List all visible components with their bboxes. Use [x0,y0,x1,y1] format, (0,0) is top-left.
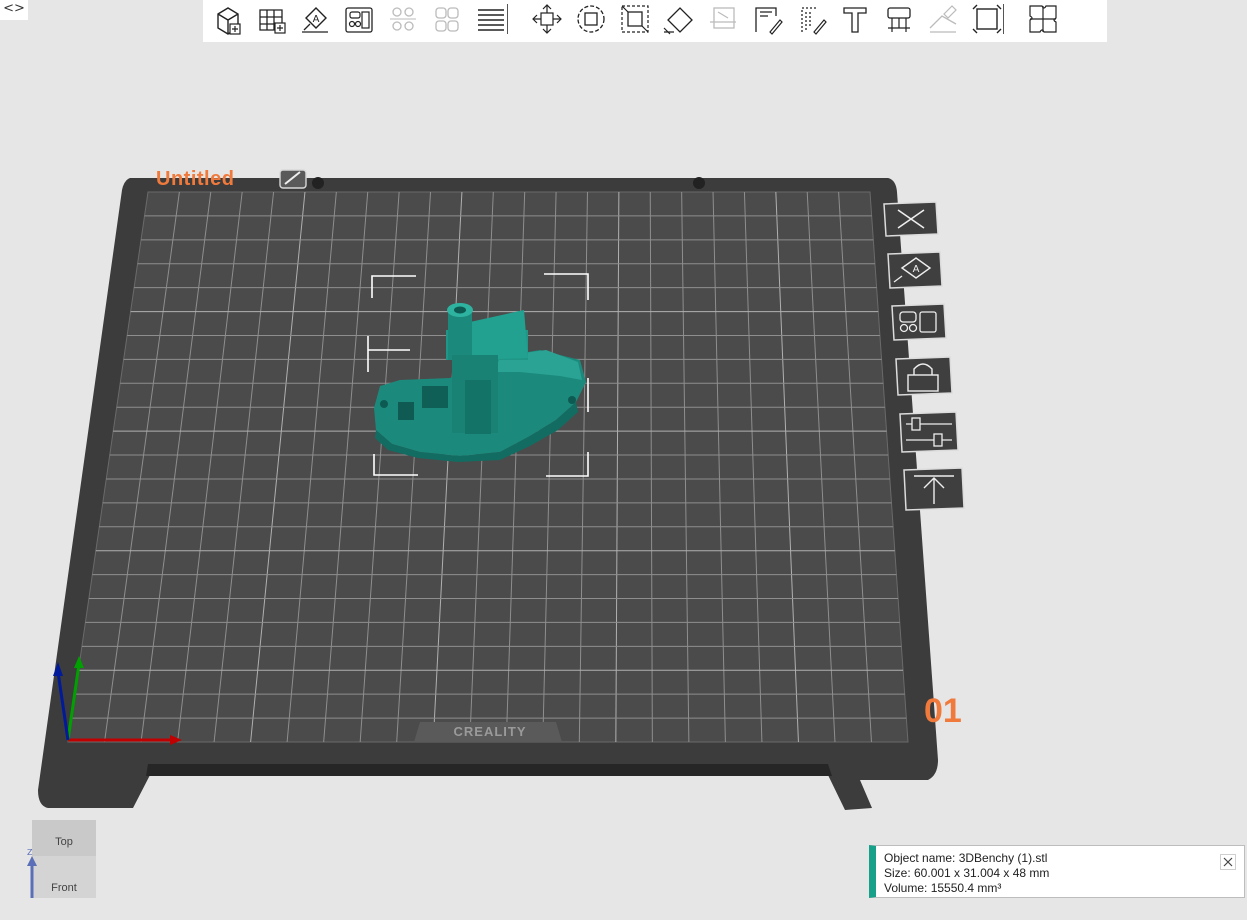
lay-flat-icon [663,7,693,35]
move-icon [532,4,562,34]
text-button[interactable] [838,2,872,36]
chevron-expand-icon: <> [3,1,25,16]
add-plate-icon [259,9,286,34]
assembly-icon [1029,5,1057,33]
auto-arrange-plate-button[interactable]: A [886,250,944,290]
text-icon [843,7,867,33]
plate-title[interactable]: Untitled [156,168,234,191]
color-paint-icon [929,5,957,33]
layers-icon [478,9,504,31]
object-name: Object name: 3DBenchy (1).stl [884,851,1048,865]
toolbar-separator [1003,4,1004,34]
close-plate-button[interactable] [882,200,940,238]
move-to-top-button[interactable] [902,466,966,512]
duplicate-button[interactable] [386,2,420,36]
object-info-panel: Object name: 3DBenchy (1).stl Size: 60.0… [869,845,1245,898]
add-object-icon [217,7,241,35]
split-button[interactable] [430,2,464,36]
plate-layout-button[interactable] [890,302,948,342]
measure-icon [887,7,911,32]
close-icon [1223,857,1233,867]
rotate-button[interactable] [574,2,608,36]
auto-arrange-icon: A [302,7,328,33]
scale-icon [621,5,649,33]
lock-plate-icon [895,356,953,396]
cut-button[interactable] [706,2,740,36]
add-plate-button[interactable] [254,2,288,36]
close-info-button[interactable] [1220,854,1236,870]
plate-settings-button[interactable] [898,410,960,454]
view-cube-top[interactable]: Top [32,820,96,856]
duplicate-icon [390,7,416,31]
support-paint-button[interactable] [794,2,828,36]
plate-hole-right [693,177,705,189]
svg-text:A: A [913,264,920,275]
expand-sidebar-button[interactable]: <> [0,0,28,20]
mini-z-axis: Z [27,848,37,898]
view-cube[interactable]: Top Front [32,820,96,898]
svg-text:Z: Z [27,848,33,857]
object-volume: Volume: 15550.4 mm³ [884,881,1002,895]
lay-flat-button[interactable] [662,2,696,36]
build-plate-surface [67,191,909,743]
auto-arrange-plate-icon: A [887,251,943,289]
layers-button[interactable] [474,2,508,36]
viewport-3d[interactable] [0,0,1247,898]
assembly-button[interactable] [1026,2,1060,36]
plate-front-lip [146,764,832,776]
measure-button[interactable] [882,2,916,36]
boolean-button[interactable] [970,2,1004,36]
brand-label: CREALITY [453,724,527,739]
close-plate-icon [883,201,939,237]
boolean-icon [972,4,1002,34]
plate-settings-icon [899,411,959,453]
seam-paint-button[interactable] [750,2,784,36]
object-size: Size: 60.001 x 31.004 x 48 mm [884,866,1050,880]
toolbar-separator [507,4,508,34]
svg-text:A: A [313,14,320,25]
support-paint-icon [801,7,827,35]
auto-arrange-button[interactable]: A [298,2,332,36]
scale-button[interactable] [618,2,652,36]
lock-plate-button[interactable] [894,355,954,397]
move-button[interactable] [530,2,564,36]
rotate-icon [577,5,605,33]
move-to-top-icon [903,467,965,511]
split-icon [435,7,459,32]
seam-paint-icon [755,7,783,35]
plate-layout-icon [345,7,373,33]
edit-plate-name-icon[interactable] [279,169,307,189]
add-object-button[interactable] [210,2,244,36]
plate-layout-button[interactable] [342,2,376,36]
plate-number: 01 [924,692,962,730]
color-paint-button[interactable] [926,2,960,36]
cut-icon [710,7,736,29]
view-cube-front[interactable]: Front [32,856,96,898]
plate-layout-icon [891,303,947,341]
plate-hole-left [312,177,324,189]
main-toolbar: A [203,0,1107,42]
